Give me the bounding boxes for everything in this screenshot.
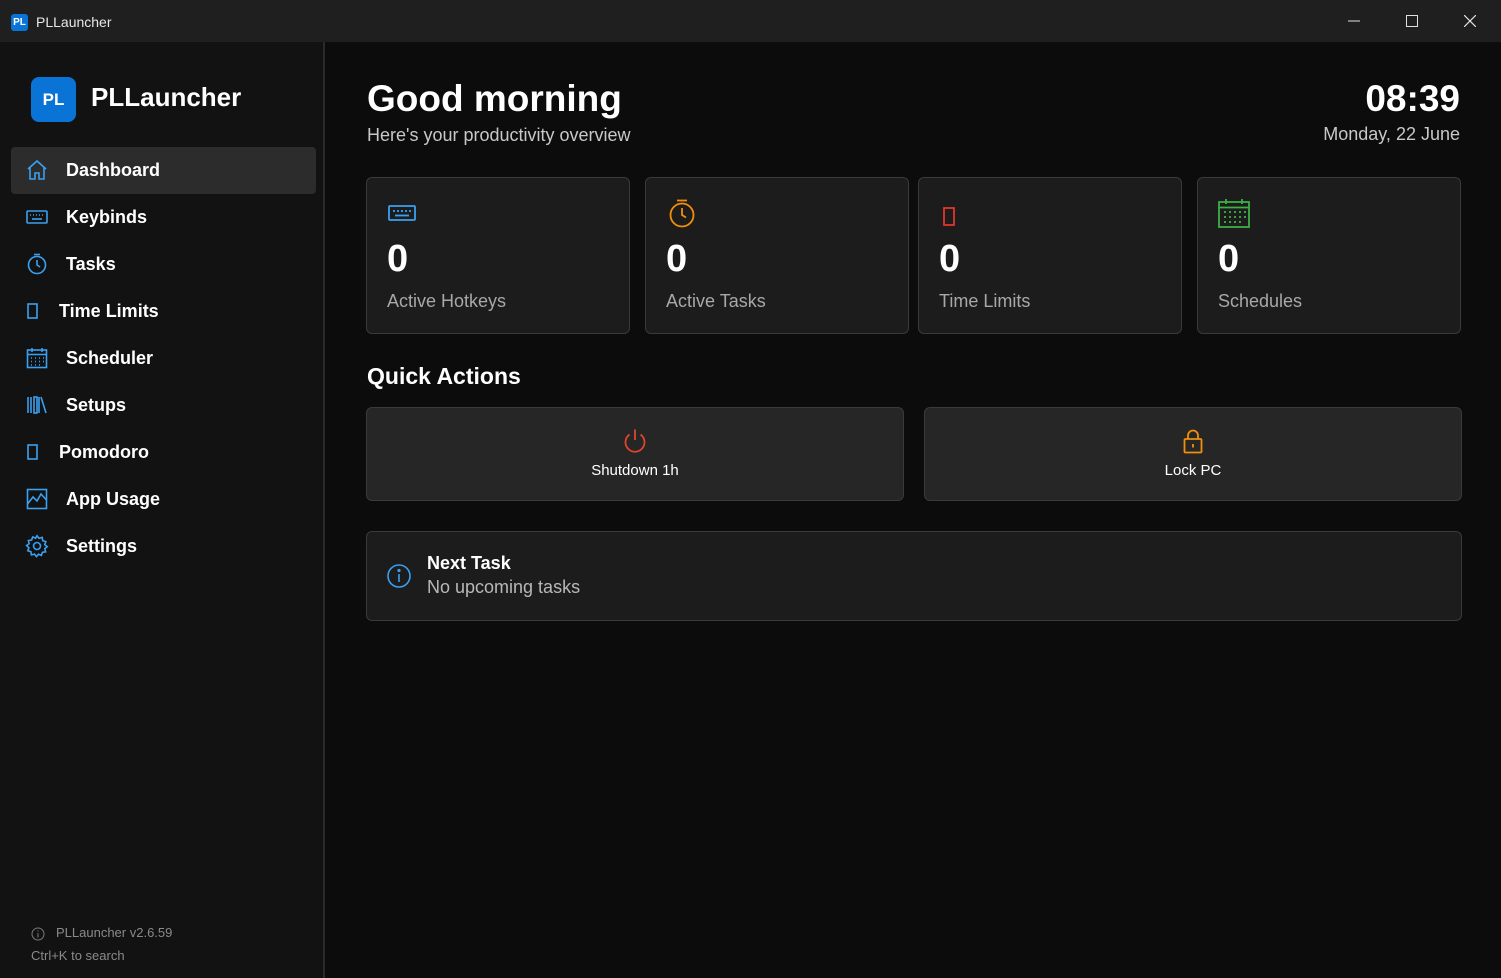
lock-pc-button[interactable]: Lock PC [924, 407, 1462, 501]
window-title: PLLauncher [36, 14, 112, 30]
next-task-card[interactable]: Next Task No upcoming tasks [366, 531, 1462, 621]
info-icon [31, 927, 45, 941]
sidebar: PL PLLauncher Dashboard Keybinds Tasks T… [0, 42, 325, 978]
sidebar-item-label: App Usage [66, 489, 161, 509]
sidebar-item-label: Setups [66, 395, 127, 415]
stat-label: Active Hotkeys [387, 291, 507, 311]
stat-value: 0 [666, 238, 688, 280]
calendar-icon [25, 346, 49, 370]
rectangle-icon [939, 198, 971, 230]
sidebar-item-app-usage[interactable]: App Usage [11, 476, 316, 523]
maximize-button[interactable] [1383, 0, 1441, 42]
stat-card-tasks[interactable]: 0 Active Tasks [645, 177, 909, 334]
minimize-button[interactable] [1325, 0, 1383, 42]
next-task-status: No upcoming tasks [427, 577, 581, 597]
clock-time: 08:39 [1365, 78, 1460, 119]
sidebar-item-scheduler[interactable]: Scheduler [11, 335, 316, 382]
brand-logo: PL [31, 77, 76, 122]
clock-date: Monday, 22 June [1323, 124, 1460, 144]
app-icon: PL [11, 14, 28, 31]
sidebar-item-label: Pomodoro [59, 442, 149, 462]
sidebar-item-keybinds[interactable]: Keybinds [11, 194, 316, 241]
rectangle-icon [21, 299, 45, 323]
home-icon [25, 158, 49, 182]
rectangle-icon [21, 440, 45, 464]
sidebar-item-time-limits[interactable]: Time Limits [11, 288, 316, 335]
sidebar-item-setups[interactable]: Setups [11, 382, 316, 429]
shutdown-button[interactable]: Shutdown 1h [366, 407, 904, 501]
minimize-icon [1348, 20, 1360, 22]
shutdown-label: Shutdown 1h [591, 462, 679, 479]
close-icon [1464, 15, 1476, 27]
lock-icon [1179, 427, 1207, 455]
maximize-icon [1406, 15, 1418, 27]
quick-actions-title: Quick Actions [367, 363, 521, 389]
stat-card-time-limits[interactable]: 0 Time Limits [918, 177, 1182, 334]
stat-card-hotkeys[interactable]: 0 Active Hotkeys [366, 177, 630, 334]
lock-pc-label: Lock PC [1164, 462, 1222, 479]
sidebar-item-settings[interactable]: Settings [11, 523, 316, 570]
timer-icon [25, 252, 49, 276]
sidebar-item-label: Keybinds [66, 207, 148, 227]
stat-value: 0 [939, 238, 961, 280]
brand-name: PLLauncher [91, 82, 242, 112]
timer-icon [666, 198, 698, 230]
chart-icon [25, 487, 49, 511]
stat-value: 0 [1218, 238, 1240, 280]
main-content: Good morning Here's your productivity ov… [327, 42, 1501, 978]
sidebar-item-label: Time Limits [59, 301, 159, 321]
info-icon [386, 563, 412, 589]
stat-value: 0 [387, 238, 409, 280]
sidebar-item-pomodoro[interactable]: Pomodoro [11, 429, 316, 476]
library-icon [25, 393, 49, 417]
search-hint: Ctrl+K to search [31, 948, 125, 963]
sidebar-item-tasks[interactable]: Tasks [11, 241, 316, 288]
sidebar-item-label: Scheduler [66, 348, 154, 368]
stat-label: Active Tasks [666, 291, 766, 311]
gear-icon [25, 534, 49, 558]
app-window: PL PLLauncher PL PLLauncher Dashboard Ke… [0, 0, 1501, 978]
stat-label: Time Limits [939, 291, 1031, 311]
sidebar-item-label: Tasks [66, 254, 116, 274]
version-text: PLLauncher v2.6.59 [56, 925, 173, 940]
sidebar-item-dashboard[interactable]: Dashboard [11, 147, 316, 194]
keyboard-icon [25, 205, 49, 229]
calendar-icon [1218, 198, 1250, 230]
sidebar-item-label: Settings [66, 536, 138, 556]
sidebar-item-label: Dashboard [66, 160, 161, 180]
stat-label: Schedules [1218, 291, 1303, 311]
title-bar: PL PLLauncher [0, 0, 1501, 42]
greeting-title: Good morning [367, 78, 622, 119]
next-task-title: Next Task [427, 553, 511, 573]
close-button[interactable] [1441, 0, 1499, 42]
greeting-subtitle: Here's your productivity overview [367, 125, 631, 145]
stat-card-schedules[interactable]: 0 Schedules [1197, 177, 1461, 334]
power-icon [621, 427, 649, 455]
keyboard-icon [387, 198, 419, 230]
